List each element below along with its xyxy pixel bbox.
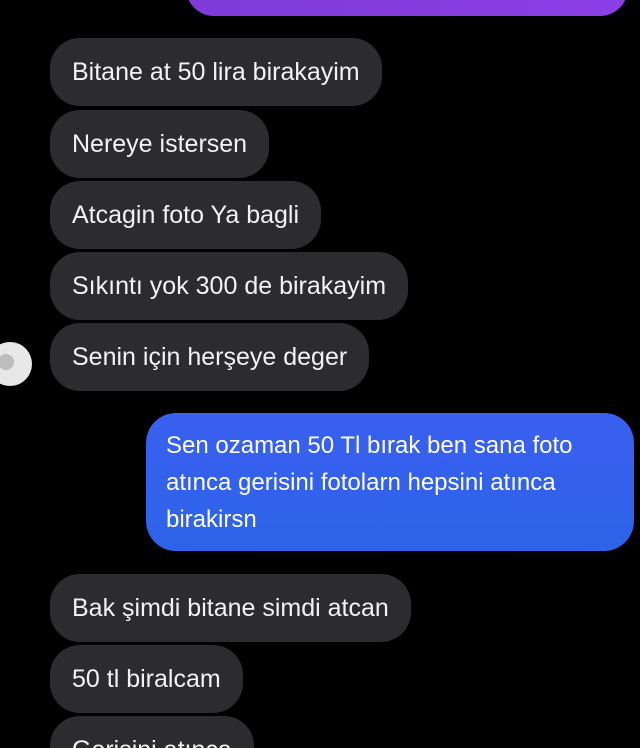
received-message-bubble[interactable]: Bak şimdi bitane simdi atcan <box>50 574 411 642</box>
sent-message-bubble-partial[interactable] <box>186 0 628 16</box>
message-text: 50 tl biralcam <box>72 664 221 693</box>
chat-thread: Bitane at 50 lira birakayim Nereye ister… <box>0 0 640 748</box>
received-message-bubble[interactable]: Nereye istersen <box>50 110 270 178</box>
received-message-bubble[interactable]: Atcagin foto Ya bagli <box>50 181 322 249</box>
message-text: Sıkıntı yok 300 de birakayim <box>72 271 387 300</box>
message-text: Sen ozaman 50 Tl bırak ben sana foto atı… <box>166 432 573 533</box>
received-message-bubble[interactable]: Sıkıntı yok 300 de birakayim <box>50 252 409 320</box>
avatar-icon <box>0 354 14 370</box>
sent-message-bubble[interactable]: Sen ozaman 50 Tl bırak ben sana foto atı… <box>146 413 634 551</box>
message-text: Gerisini atınca <box>72 733 232 748</box>
message-text: Atcagin foto Ya bagli <box>72 200 300 229</box>
received-message-bubble[interactable]: Senin için herşeye deger <box>50 323 370 391</box>
message-text: Senin için herşeye deger <box>72 342 348 371</box>
received-message-bubble[interactable]: Gerisini atınca <box>50 716 254 748</box>
contact-avatar[interactable] <box>0 342 32 386</box>
message-text: Bitane at 50 lira birakayim <box>72 57 360 86</box>
received-message-bubble[interactable]: Bitane at 50 lira birakayim <box>50 38 382 106</box>
message-text: Nereye istersen <box>72 129 248 158</box>
message-text: Bak şimdi bitane simdi atcan <box>72 593 389 622</box>
received-message-bubble[interactable]: 50 tl biralcam <box>50 645 243 713</box>
